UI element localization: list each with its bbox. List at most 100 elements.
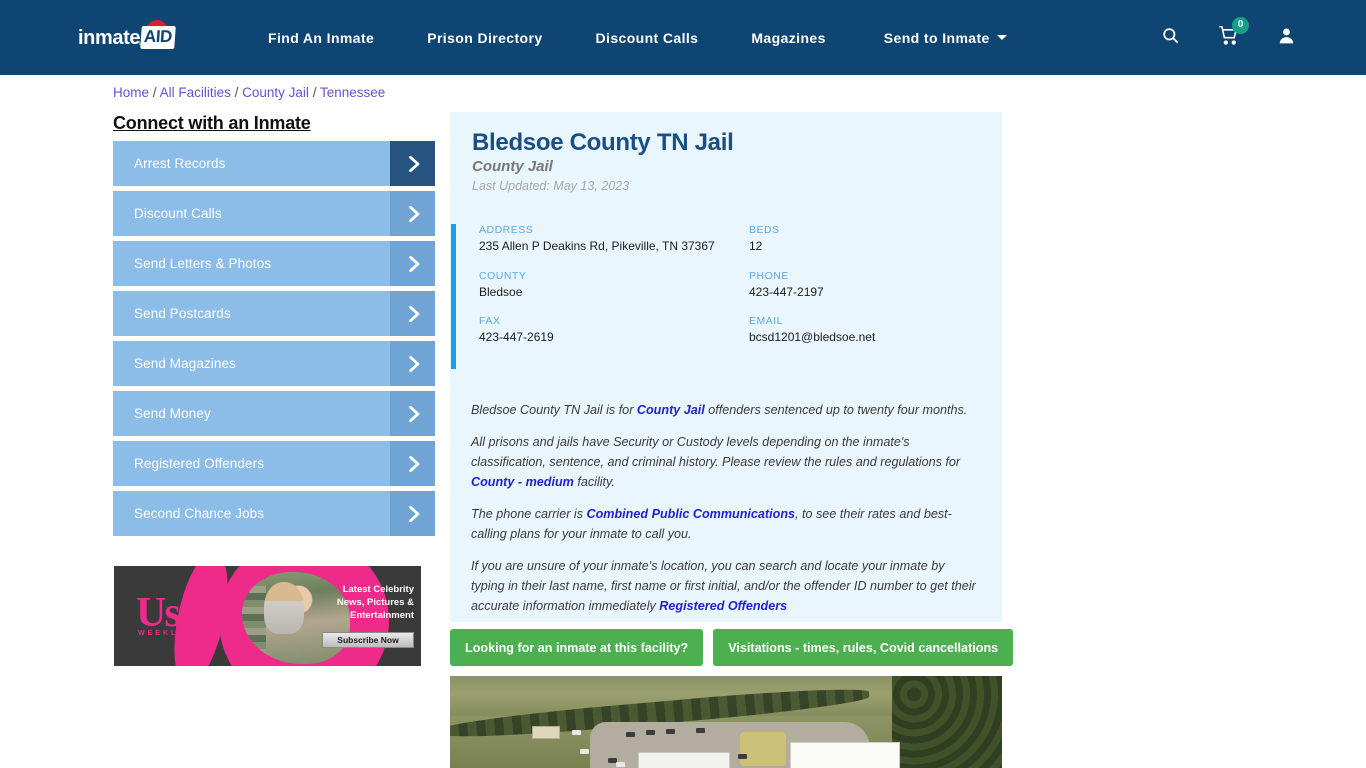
aerial-forest	[892, 676, 1002, 768]
chevron-right-icon	[390, 341, 435, 386]
nav-label: Discount Calls	[595, 29, 699, 46]
aerial-vehicle	[616, 762, 625, 767]
cta-button-row: Looking for an inmate at this facility? …	[450, 629, 1014, 666]
logo-secondary-text: AID	[140, 26, 176, 49]
nav-item-find-an-inmate[interactable]: Find An Inmate	[268, 30, 374, 46]
shopping-cart-icon[interactable]: 0	[1218, 16, 1249, 51]
sidebar-item-send-magazines[interactable]: Send Magazines	[113, 341, 435, 386]
detail-email: EMAIL bcsd1201@bledsoe.net	[749, 315, 989, 345]
sidebar-menu: Arrest Records Discount Calls Send Lette…	[113, 141, 435, 541]
text-fragment: Bledsoe County TN Jail is for	[471, 403, 637, 417]
breadcrumb-item-home[interactable]: Home	[113, 85, 149, 100]
chevron-right-icon	[390, 191, 435, 236]
detail-value: 423-447-2619	[479, 330, 554, 344]
detail-address: ADDRESS 235 Allen P Deakins Rd, Pikevill…	[479, 224, 749, 254]
looking-for-inmate-button[interactable]: Looking for an inmate at this facility?	[450, 629, 704, 666]
search-icon[interactable]	[1161, 26, 1180, 50]
breadcrumb: Home / All Facilities / County Jail / Te…	[113, 85, 385, 100]
detail-label: PHONE	[749, 269, 789, 282]
sidebar-item-send-money[interactable]: Send Money	[113, 391, 435, 436]
header-icon-group: 0	[1161, 0, 1296, 75]
site-logo[interactable]: inmate AID	[78, 20, 193, 54]
main-navigation: Find An Inmate Prison Directory Discount…	[268, 0, 1060, 75]
detail-county: COUNTY Bledsoe	[479, 270, 749, 300]
nav-label: Send to Inmate	[883, 29, 990, 46]
link-county-jail[interactable]: County Jail	[637, 403, 705, 417]
detail-phone: PHONE 423-447-2197	[749, 270, 989, 300]
sidebar-item-second-chance-jobs[interactable]: Second Chance Jobs	[113, 491, 435, 536]
text-fragment: facility.	[573, 475, 615, 489]
breadcrumb-item-all-facilities[interactable]: All Facilities	[160, 85, 231, 100]
facility-type: County Jail	[472, 158, 553, 175]
aerial-vehicle	[580, 749, 589, 754]
sidebar-item-discount-calls[interactable]: Discount Calls	[113, 191, 435, 236]
link-registered-offenders[interactable]: Registered Offenders	[659, 599, 787, 613]
link-county-medium[interactable]: County - medium	[471, 475, 574, 489]
link-phone-carrier[interactable]: Combined Public Communications	[587, 507, 796, 521]
detail-value: Bledsoe	[479, 284, 523, 299]
chevron-right-icon	[390, 441, 435, 486]
ad-brand-logo: Us WEEKLY	[136, 592, 185, 637]
aerial-vehicle	[696, 728, 705, 733]
aerial-building-small	[532, 726, 560, 739]
sidebar-item-label: Registered Offenders	[134, 456, 265, 471]
text-fragment: The phone carrier is	[471, 507, 587, 521]
nav-item-send-to-inmate[interactable]: Send to Inmate	[884, 30, 1007, 46]
aerial-building-secondary	[790, 742, 900, 768]
sidebar-item-registered-offenders[interactable]: Registered Offenders	[113, 441, 435, 486]
nav-item-discount-calls[interactable]: Discount Calls	[596, 30, 699, 46]
aerial-vehicle	[646, 730, 655, 735]
facility-aerial-image	[450, 676, 1002, 768]
sidebar-item-send-letters-photos[interactable]: Send Letters & Photos	[113, 241, 435, 286]
text-fragment: All prisons and jails have Security or C…	[471, 435, 961, 469]
aerial-vehicle	[572, 730, 581, 735]
nav-label: Find An Inmate	[268, 29, 375, 46]
chevron-right-icon	[390, 291, 435, 336]
breadcrumb-item-county-jail[interactable]: County Jail	[242, 85, 309, 100]
description-paragraph-4: If you are unsure of your inmate's locat…	[471, 556, 979, 616]
sidebar-item-arrest-records[interactable]: Arrest Records	[113, 141, 435, 186]
description-paragraph-1: Bledsoe County TN Jail is for County Jai…	[471, 400, 979, 420]
sidebar-item-label: Send Letters & Photos	[134, 256, 272, 271]
chevron-down-icon	[996, 35, 1007, 40]
breadcrumb-separator: /	[234, 85, 239, 100]
sidebar-item-send-postcards[interactable]: Send Postcards	[113, 291, 435, 336]
breadcrumb-separator: /	[152, 85, 157, 100]
nav-item-prison-directory[interactable]: Prison Directory	[427, 30, 542, 46]
facility-details-grid: ADDRESS 235 Allen P Deakins Rd, Pikevill…	[479, 224, 989, 345]
ad-subscribe-button[interactable]: Subscribe Now	[322, 632, 414, 648]
sidebar-item-label: Second Chance Jobs	[134, 506, 265, 521]
detail-label: ADDRESS	[479, 224, 534, 236]
sidebar-item-label: Send Money	[134, 406, 211, 421]
detail-value: 12	[749, 239, 763, 253]
sidebar-item-label: Discount Calls	[134, 206, 222, 221]
facility-details-box: ADDRESS 235 Allen P Deakins Rd, Pikevill…	[450, 224, 1002, 369]
detail-label: FAX	[479, 315, 501, 327]
nav-item-magazines[interactable]: Magazines	[751, 30, 825, 46]
description-paragraph-2: All prisons and jails have Security or C…	[471, 432, 979, 492]
chevron-right-icon	[390, 141, 435, 186]
aerial-vehicle	[626, 732, 635, 737]
ad-headline: Latest Celebrity News, Pictures & Entert…	[336, 584, 414, 621]
visitations-button[interactable]: Visitations - times, rules, Covid cancel…	[713, 629, 1014, 666]
facility-description: Bledsoe County TN Jail is for County Jai…	[471, 400, 979, 628]
advertisement-banner[interactable]: Us WEEKLY Latest Celebrity News, Picture…	[114, 566, 421, 666]
breadcrumb-item-tennessee[interactable]: Tennessee	[320, 85, 385, 100]
nav-label: Prison Directory	[427, 29, 543, 46]
detail-value: 235 Allen P Deakins Rd, Pikeville, TN 37…	[479, 239, 715, 253]
breadcrumb-separator: /	[312, 85, 317, 100]
logo-primary-text: inmate	[78, 27, 141, 49]
aerial-yard	[740, 732, 786, 766]
detail-fax: FAX 423-447-2619	[479, 315, 749, 345]
aerial-vehicle	[666, 729, 675, 734]
detail-label: BEDS	[749, 224, 780, 236]
sidebar-item-label: Send Postcards	[134, 306, 231, 321]
page-title: Bledsoe County TN Jail	[472, 129, 734, 156]
cart-count-badge: 0	[1232, 16, 1249, 34]
sidebar-title: Connect with an Inmate	[113, 113, 311, 133]
user-account-icon[interactable]	[1277, 26, 1296, 50]
chevron-right-icon	[390, 391, 435, 436]
aerial-vehicle	[738, 754, 747, 759]
description-paragraph-3: The phone carrier is Combined Public Com…	[471, 504, 979, 544]
detail-label: EMAIL	[749, 315, 784, 327]
